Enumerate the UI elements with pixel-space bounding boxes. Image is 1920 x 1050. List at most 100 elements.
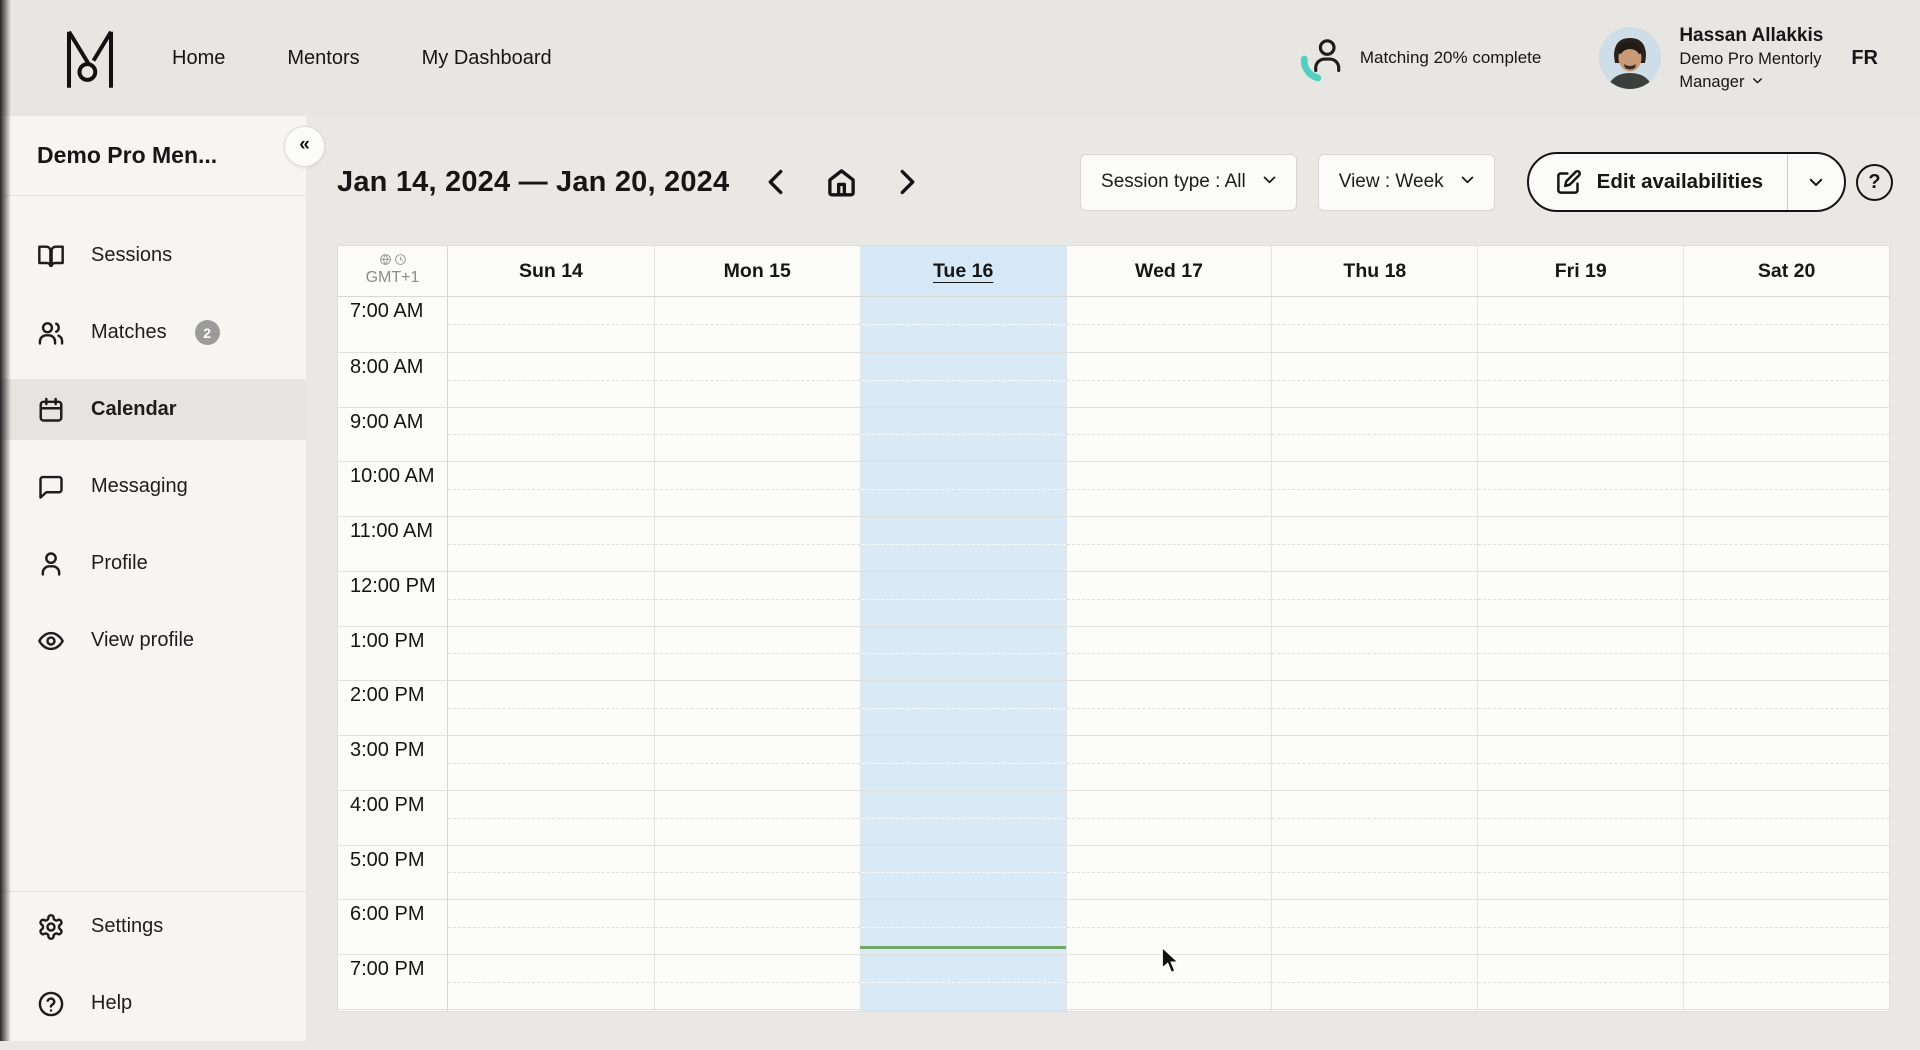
calendar-cell-mon-15-11-00-am[interactable] — [654, 516, 860, 571]
calendar-cell-thu-18-12-00-pm[interactable] — [1271, 571, 1477, 626]
calendar-cell-sun-14-7-00-pm[interactable] — [448, 954, 654, 1009]
calendar-cell-sat-20-8-00-am[interactable] — [1683, 352, 1889, 407]
calendar-cell-mon-15-9-00-am[interactable] — [654, 407, 860, 462]
calendar-cell-wed-17-1-00-pm[interactable] — [1066, 626, 1272, 681]
sidebar-item-help[interactable]: Help — [0, 973, 306, 1034]
calendar-cell-mon-15-7-00-am[interactable] — [654, 297, 860, 352]
day-header-fri-19[interactable]: Fri 19 — [1477, 246, 1683, 296]
calendar-cell-sat-20-4-00-pm[interactable] — [1683, 790, 1889, 845]
calendar-cell-mon-15-8-00-am[interactable] — [654, 352, 860, 407]
calendar-cell-thu-18-4-00-pm[interactable] — [1271, 790, 1477, 845]
calendar-cell-sun-14-7-00-am[interactable] — [448, 297, 654, 352]
calendar-cell-fri-19-1-00-pm[interactable] — [1477, 626, 1683, 681]
calendar-cell-thu-18-10-00-am[interactable] — [1271, 461, 1477, 516]
calendar-cell-sun-14-3-00-pm[interactable] — [448, 735, 654, 790]
calendar-cell-tue-16-4-00-pm[interactable] — [860, 790, 1066, 845]
calendar-cell-tue-16-7-00-pm[interactable] — [860, 954, 1066, 1009]
calendar-cell-thu-18-overflow[interactable] — [1271, 1009, 1477, 1012]
calendar-cell-sun-14-overflow[interactable] — [448, 1009, 654, 1012]
calendar-cell-sat-20-10-00-am[interactable] — [1683, 461, 1889, 516]
calendar-cell-wed-17-7-00-pm[interactable] — [1066, 954, 1272, 1009]
home-icon[interactable] — [826, 167, 857, 198]
calendar-cell-mon-15-5-00-pm[interactable] — [654, 845, 860, 900]
calendar-cell-sat-20-7-00-am[interactable] — [1683, 297, 1889, 352]
calendar-cell-tue-16-7-00-am[interactable] — [860, 297, 1066, 352]
calendar-cell-thu-18-1-00-pm[interactable] — [1271, 626, 1477, 681]
matching-progress[interactable]: Matching 20% complete — [1298, 34, 1541, 82]
calendar-cell-sat-20-11-00-am[interactable] — [1683, 516, 1889, 571]
calendar-cell-sun-14-11-00-am[interactable] — [448, 516, 654, 571]
sidebar-item-messaging[interactable]: Messaging — [0, 456, 306, 517]
sidebar-collapse-button[interactable]: « — [284, 126, 325, 167]
nav-link-mentors[interactable]: Mentors — [287, 47, 359, 70]
nav-link-home[interactable]: Home — [172, 47, 225, 70]
calendar-cell-fri-19-7-00-am[interactable] — [1477, 297, 1683, 352]
calendar-cell-mon-15-6-00-pm[interactable] — [654, 899, 860, 954]
user-role-dropdown[interactable]: Manager — [1679, 72, 1823, 93]
calendar-cell-sat-20-5-00-pm[interactable] — [1683, 845, 1889, 900]
help-icon[interactable]: ? — [1856, 164, 1893, 201]
calendar-cell-thu-18-11-00-am[interactable] — [1271, 516, 1477, 571]
calendar-cell-sat-20-overflow[interactable] — [1683, 1009, 1889, 1012]
calendar-cell-mon-15-10-00-am[interactable] — [654, 461, 860, 516]
calendar-cell-mon-15-2-00-pm[interactable] — [654, 680, 860, 735]
day-header-thu-18[interactable]: Thu 18 — [1271, 246, 1477, 296]
calendar-cell-tue-16-12-00-pm[interactable] — [860, 571, 1066, 626]
day-header-sun-14[interactable]: Sun 14 — [448, 246, 654, 296]
sidebar-item-view-profile[interactable]: View profile — [0, 610, 306, 671]
calendar-cell-mon-15-overflow[interactable] — [654, 1009, 860, 1012]
calendar-cell-wed-17-12-00-pm[interactable] — [1066, 571, 1272, 626]
calendar-cell-wed-17-8-00-am[interactable] — [1066, 352, 1272, 407]
calendar-cell-fri-19-10-00-am[interactable] — [1477, 461, 1683, 516]
calendar-cell-fri-19-3-00-pm[interactable] — [1477, 735, 1683, 790]
calendar-cell-wed-17-6-00-pm[interactable] — [1066, 899, 1272, 954]
calendar-cell-sun-14-1-00-pm[interactable] — [448, 626, 654, 681]
calendar-cell-tue-16-3-00-pm[interactable] — [860, 735, 1066, 790]
calendar-cell-tue-16-1-00-pm[interactable] — [860, 626, 1066, 681]
calendar-cell-sun-14-2-00-pm[interactable] — [448, 680, 654, 735]
view-select[interactable]: View : Week — [1318, 154, 1495, 211]
calendar-cell-thu-18-5-00-pm[interactable] — [1271, 845, 1477, 900]
calendar-cell-fri-19-6-00-pm[interactable] — [1477, 899, 1683, 954]
calendar-cell-fri-19-2-00-pm[interactable] — [1477, 680, 1683, 735]
calendar-cell-tue-16-9-00-am[interactable] — [860, 407, 1066, 462]
calendar-cell-sun-14-12-00-pm[interactable] — [448, 571, 654, 626]
calendar-cell-mon-15-7-00-pm[interactable] — [654, 954, 860, 1009]
chevron-right-icon[interactable] — [899, 169, 916, 195]
calendar-cell-thu-18-3-00-pm[interactable] — [1271, 735, 1477, 790]
calendar-cell-tue-16-2-00-pm[interactable] — [860, 680, 1066, 735]
calendar-cell-tue-16-5-00-pm[interactable] — [860, 845, 1066, 900]
calendar-cell-wed-17-9-00-am[interactable] — [1066, 407, 1272, 462]
calendar-cell-sun-14-4-00-pm[interactable] — [448, 790, 654, 845]
calendar-cell-sat-20-3-00-pm[interactable] — [1683, 735, 1889, 790]
calendar-cell-tue-16-11-00-am[interactable] — [860, 516, 1066, 571]
edit-availabilities-button[interactable]: Edit availabilities — [1527, 152, 1846, 212]
calendar-cell-tue-16-overflow[interactable] — [860, 1009, 1066, 1012]
sidebar-item-matches[interactable]: Matches2 — [0, 302, 306, 363]
calendar-cell-wed-17-overflow[interactable] — [1066, 1009, 1272, 1012]
user-menu[interactable]: Hassan Allakkis Demo Pro Mentorly Manage… — [1599, 24, 1823, 93]
calendar-cell-wed-17-11-00-am[interactable] — [1066, 516, 1272, 571]
day-header-tue-16[interactable]: Tue 16 — [860, 246, 1066, 296]
calendar-cell-mon-15-3-00-pm[interactable] — [654, 735, 860, 790]
calendar-cell-wed-17-4-00-pm[interactable] — [1066, 790, 1272, 845]
day-header-mon-15[interactable]: Mon 15 — [654, 246, 860, 296]
calendar-cell-wed-17-10-00-am[interactable] — [1066, 461, 1272, 516]
calendar-cell-sun-14-10-00-am[interactable] — [448, 461, 654, 516]
calendar-cell-wed-17-7-00-am[interactable] — [1066, 297, 1272, 352]
calendar-cell-fri-19-9-00-am[interactable] — [1477, 407, 1683, 462]
chevron-left-icon[interactable] — [767, 169, 784, 195]
calendar-cell-sat-20-9-00-am[interactable] — [1683, 407, 1889, 462]
calendar-cell-wed-17-2-00-pm[interactable] — [1066, 680, 1272, 735]
sidebar-item-sessions[interactable]: Sessions — [0, 225, 306, 286]
calendar-cell-tue-16-10-00-am[interactable] — [860, 461, 1066, 516]
calendar-cell-wed-17-3-00-pm[interactable] — [1066, 735, 1272, 790]
calendar-cell-sun-14-6-00-pm[interactable] — [448, 899, 654, 954]
calendar-cell-fri-19-5-00-pm[interactable] — [1477, 845, 1683, 900]
calendar-cell-sun-14-8-00-am[interactable] — [448, 352, 654, 407]
sidebar-item-profile[interactable]: Profile — [0, 533, 306, 594]
calendar-cell-thu-18-7-00-pm[interactable] — [1271, 954, 1477, 1009]
sidebar-item-calendar[interactable]: Calendar — [0, 379, 306, 440]
calendar-cell-fri-19-7-00-pm[interactable] — [1477, 954, 1683, 1009]
calendar-cell-sat-20-6-00-pm[interactable] — [1683, 899, 1889, 954]
